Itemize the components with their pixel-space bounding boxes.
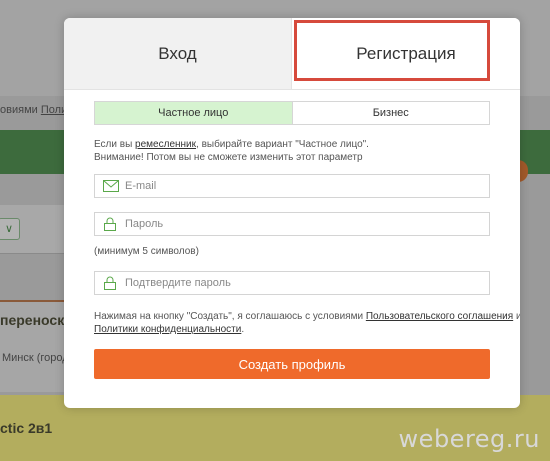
password-field[interactable] xyxy=(94,212,490,236)
watermark: webereg.ru xyxy=(398,425,540,453)
password-input[interactable] xyxy=(119,218,465,230)
craftsman-notice: Если вы ремесленник, выбирайте вариант "… xyxy=(94,139,369,150)
auth-tabs: Вход Регистрация xyxy=(64,18,520,90)
terms-text: Нажимая на кнопку "Создать", я соглашаюс… xyxy=(94,311,520,322)
privacy-policy-link[interactable]: Политики конфиденциальности xyxy=(94,324,241,335)
tab-register[interactable]: Регистрация xyxy=(292,18,520,89)
account-type-switch: Частное лицо Бизнес xyxy=(94,101,490,125)
password-hint: (минимум 5 символов) xyxy=(94,246,199,257)
create-profile-button[interactable]: Создать профиль xyxy=(94,349,490,379)
confirm-password-field[interactable] xyxy=(94,271,490,295)
account-type-business-button[interactable]: Бизнес xyxy=(293,102,490,124)
background-listing-location: Минск (город xyxy=(2,352,69,364)
envelope-icon xyxy=(103,179,119,193)
tab-register-label: Регистрация xyxy=(356,43,456,63)
lock-icon xyxy=(103,217,119,231)
terms-text-line2: Политики конфиденциальности. xyxy=(94,324,245,335)
craftsman-link[interactable]: ремесленник xyxy=(135,139,196,150)
email-input[interactable] xyxy=(119,180,465,192)
lock-icon xyxy=(103,276,119,290)
background-listing-title: переноск xyxy=(0,312,65,328)
type-warning: Внимание! Потом вы не сможете изменить э… xyxy=(94,152,363,163)
email-field[interactable] xyxy=(94,174,490,198)
confirm-password-input[interactable] xyxy=(119,277,465,289)
user-agreement-link[interactable]: Пользовательского соглашения xyxy=(366,311,513,322)
background-green-bar xyxy=(0,130,64,174)
background-product-title: ctic 2в1 xyxy=(0,420,53,436)
tab-login[interactable]: Вход xyxy=(64,18,292,89)
account-type-private-button[interactable]: Частное лицо xyxy=(95,102,293,124)
background-select-chevron-icon: ∨ xyxy=(0,218,20,240)
registration-modal: Вход Регистрация Частное лицо Бизнес Есл… xyxy=(64,18,520,408)
